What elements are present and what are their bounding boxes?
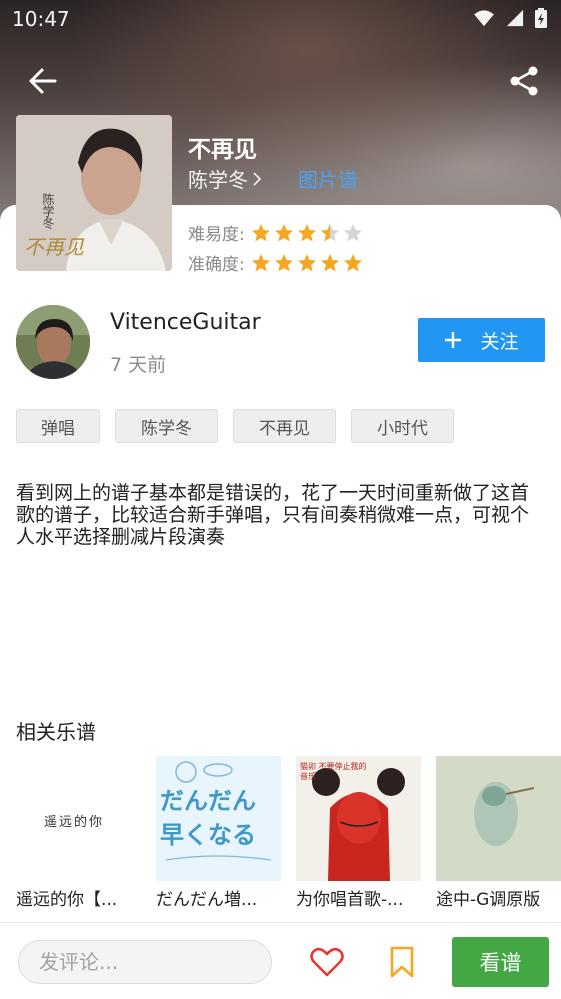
description-text: 看到网上的谱子基本都是错误的，花了一天时间重新做了这首歌的谱子，比较适合新手弹唱… [16, 482, 530, 548]
star-full-icon [251, 223, 270, 241]
avatar[interactable] [16, 305, 90, 379]
status-icons [473, 8, 547, 28]
author-post-time: 7 天前 [110, 354, 167, 376]
related-thumb: 遥远的你 [16, 756, 141, 881]
star-full-icon [297, 253, 316, 271]
song-title: 不再见 [188, 137, 257, 163]
accuracy-rating: 准确度: [188, 250, 363, 275]
tag-chip[interactable]: 不再见 [233, 409, 336, 443]
tag-chip[interactable]: 弹唱 [16, 409, 100, 443]
related-thumb [436, 756, 561, 881]
artist-link[interactable]: 陈学冬 [188, 164, 262, 193]
accuracy-stars [251, 253, 363, 273]
signal-icon [506, 9, 524, 27]
star-full-icon [251, 253, 270, 271]
tag-list: 弹唱 陈学冬 不再见 小时代 [16, 409, 454, 443]
related-item-label: 为你唱首歌-... [296, 890, 404, 910]
related-list: 遥远的你 遥远的你【... だんだん 早くなる だんだん増... 猫卯 不要停止… [16, 756, 561, 912]
difficulty-rating: 难易度: [188, 220, 363, 245]
tab-type-label[interactable]: 图片谱 [298, 164, 358, 193]
star-full-icon [274, 223, 293, 241]
related-thumb: だんだん 早くなる [156, 756, 281, 881]
view-tab-button[interactable]: 看谱 [452, 937, 549, 987]
related-thumb-text: だんだん 早くなる [160, 787, 256, 849]
related-item[interactable]: 遥远的你 遥远的你【... [16, 756, 141, 910]
related-item[interactable]: 猫卯 不要停止我的音乐 为你唱首歌-... [296, 756, 421, 910]
chevron-right-icon [253, 171, 262, 186]
avatar-image [16, 305, 90, 379]
related-item-label: 遥远的你【... [16, 890, 118, 910]
difficulty-label: 难易度: [188, 225, 245, 245]
related-thumb-text: 猫卯 不要停止我的音乐 [300, 762, 367, 781]
related-thumb: 猫卯 不要停止我的音乐 [296, 756, 421, 881]
status-time: 10:47 [12, 7, 70, 31]
battery-charging-icon [535, 8, 547, 28]
bookmark-icon[interactable] [388, 946, 416, 978]
status-bar: 10:47 [0, 0, 561, 38]
star-half-icon [320, 223, 339, 241]
artist-name: 陈学冬 [188, 168, 248, 192]
tag-chip[interactable]: 小时代 [351, 409, 454, 443]
related-item[interactable]: 途中-G调原版 [436, 756, 561, 910]
follow-label: 关注 [480, 330, 519, 353]
related-item[interactable]: だんだん 早くなる だんだん増... [156, 756, 281, 910]
star-full-icon [297, 223, 316, 241]
album-cover[interactable]: 陈学冬 不再见 [16, 115, 172, 271]
share-icon[interactable] [507, 64, 541, 98]
related-thumb-art [436, 756, 561, 881]
star-full-icon [320, 253, 339, 271]
album-cover-artist-text: 陈学冬 [41, 193, 55, 229]
star-full-icon [343, 253, 362, 271]
wifi-icon [474, 10, 494, 27]
star-full-icon [274, 253, 293, 271]
follow-button[interactable]: 关注 [418, 318, 545, 362]
star-empty-icon [343, 223, 362, 241]
album-cover-title-text: 不再见 [24, 235, 84, 259]
accuracy-label: 准确度: [188, 255, 245, 275]
difficulty-stars [251, 223, 363, 243]
plus-icon [445, 332, 462, 348]
related-thumb-text: 遥远的你 [44, 815, 105, 830]
comment-input[interactable] [18, 940, 272, 984]
back-arrow-icon[interactable] [26, 64, 60, 98]
related-section-title: 相关乐谱 [16, 720, 96, 744]
tag-chip[interactable]: 陈学冬 [115, 409, 218, 443]
related-item-label: だんだん増... [156, 890, 258, 910]
bottom-bar: 看谱 [0, 922, 561, 999]
heart-icon[interactable] [310, 947, 344, 977]
related-item-label: 途中-G调原版 [436, 890, 541, 910]
author-name[interactable]: VitenceGuitar [110, 310, 261, 335]
